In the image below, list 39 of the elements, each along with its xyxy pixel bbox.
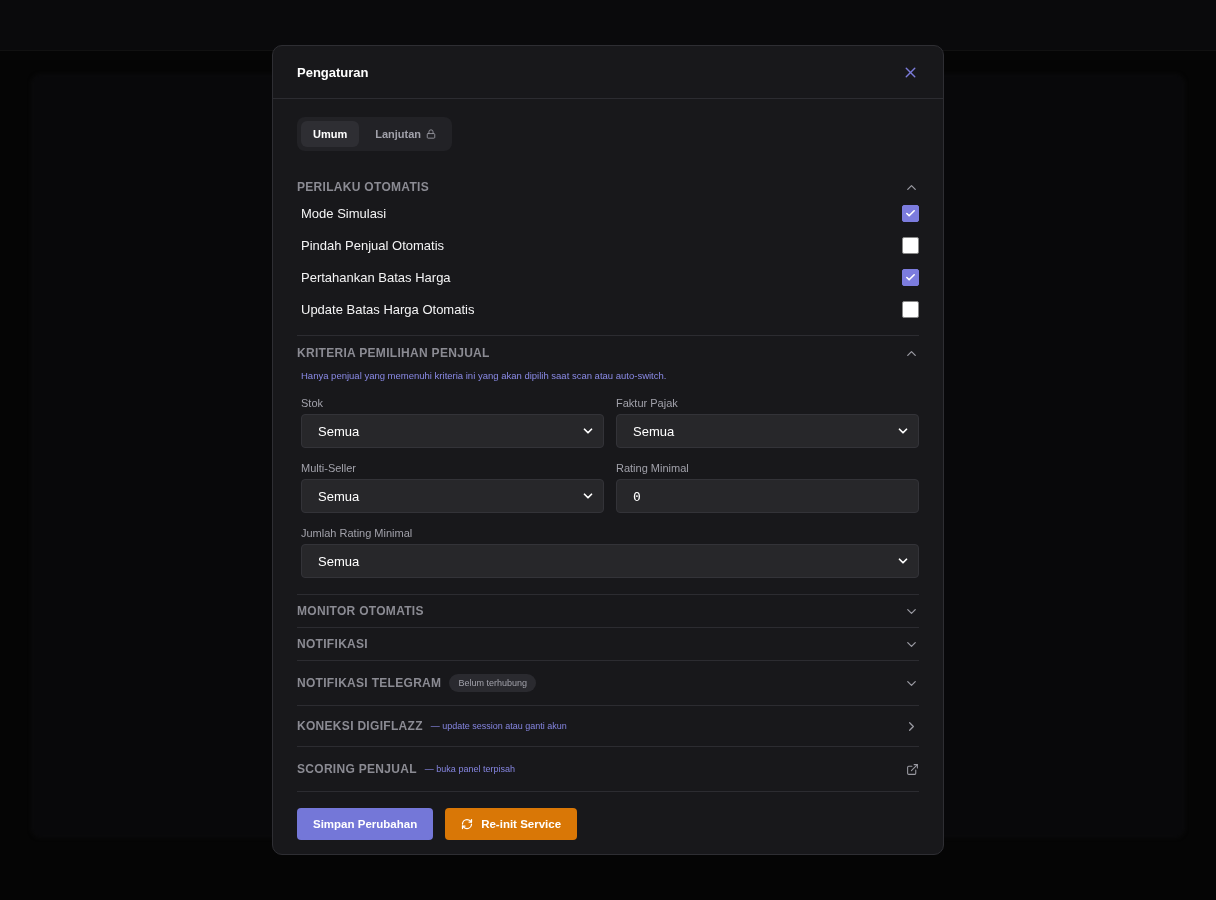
checkmark-icon: [905, 207, 916, 219]
section-title: MONITOR OTOMATIS: [297, 604, 424, 618]
dialog-title: Pengaturan: [297, 64, 369, 80]
section-title: NOTIFIKASI TELEGRAM: [297, 676, 442, 690]
field-label: Jumlah Rating Minimal: [301, 527, 414, 539]
checkbox[interactable]: [902, 236, 919, 254]
criteria-note: Hanya penjual yang memenuhi kriteria ini yang akan dipilih saat scan atau auto-switch.: [301, 370, 668, 381]
option-label: Pindah Penjual Otomatis: [301, 237, 445, 253]
field-label: Faktur Pajak: [616, 397, 679, 409]
status-badge: Belum terhubung: [449, 674, 536, 692]
checkbox[interactable]: [902, 204, 919, 222]
action-button[interactable]: Simpan Perubahan: [297, 808, 434, 840]
option-label: Pertahankan Batas Harga: [301, 269, 451, 285]
tab[interactable]: Lanjutan: [363, 121, 449, 147]
refresh-icon: [461, 818, 474, 830]
checkbox[interactable]: [902, 268, 919, 286]
section-title: KONEKSI DIGIFLAZZ: [297, 719, 423, 733]
section-title: NOTIFIKASI: [297, 637, 368, 651]
checkbox[interactable]: [902, 300, 919, 318]
input-field[interactable]: 0: [616, 479, 919, 513]
select-field[interactable]: Semua: [301, 544, 919, 578]
section-title: SCORING PENJUAL: [297, 762, 417, 776]
open-external-button[interactable]: [906, 762, 919, 776]
field-label: Multi-Seller: [301, 462, 357, 474]
checkmark-icon: [905, 271, 916, 283]
tab[interactable]: Umum: [301, 121, 360, 147]
lock-icon: [426, 129, 437, 139]
option-label: Update Batas Harga Otomatis: [301, 301, 475, 317]
section-hint: — buka panel terpisah: [424, 764, 515, 774]
select-field[interactable]: Semua: [301, 414, 604, 448]
external-link-icon: [906, 762, 919, 776]
section-title: KRITERIA PEMILIHAN PENJUAL: [297, 346, 490, 360]
select-field[interactable]: Semua: [301, 479, 604, 513]
section-title: PERILAKU OTOMATIS: [297, 180, 429, 194]
option-label: Mode Simulasi: [301, 205, 387, 221]
field-label: Rating Minimal: [616, 462, 690, 474]
field-label: Stok: [301, 397, 324, 409]
select-field[interactable]: Semua: [616, 414, 919, 448]
section-hint: — update session atau ganti akun: [430, 721, 567, 731]
